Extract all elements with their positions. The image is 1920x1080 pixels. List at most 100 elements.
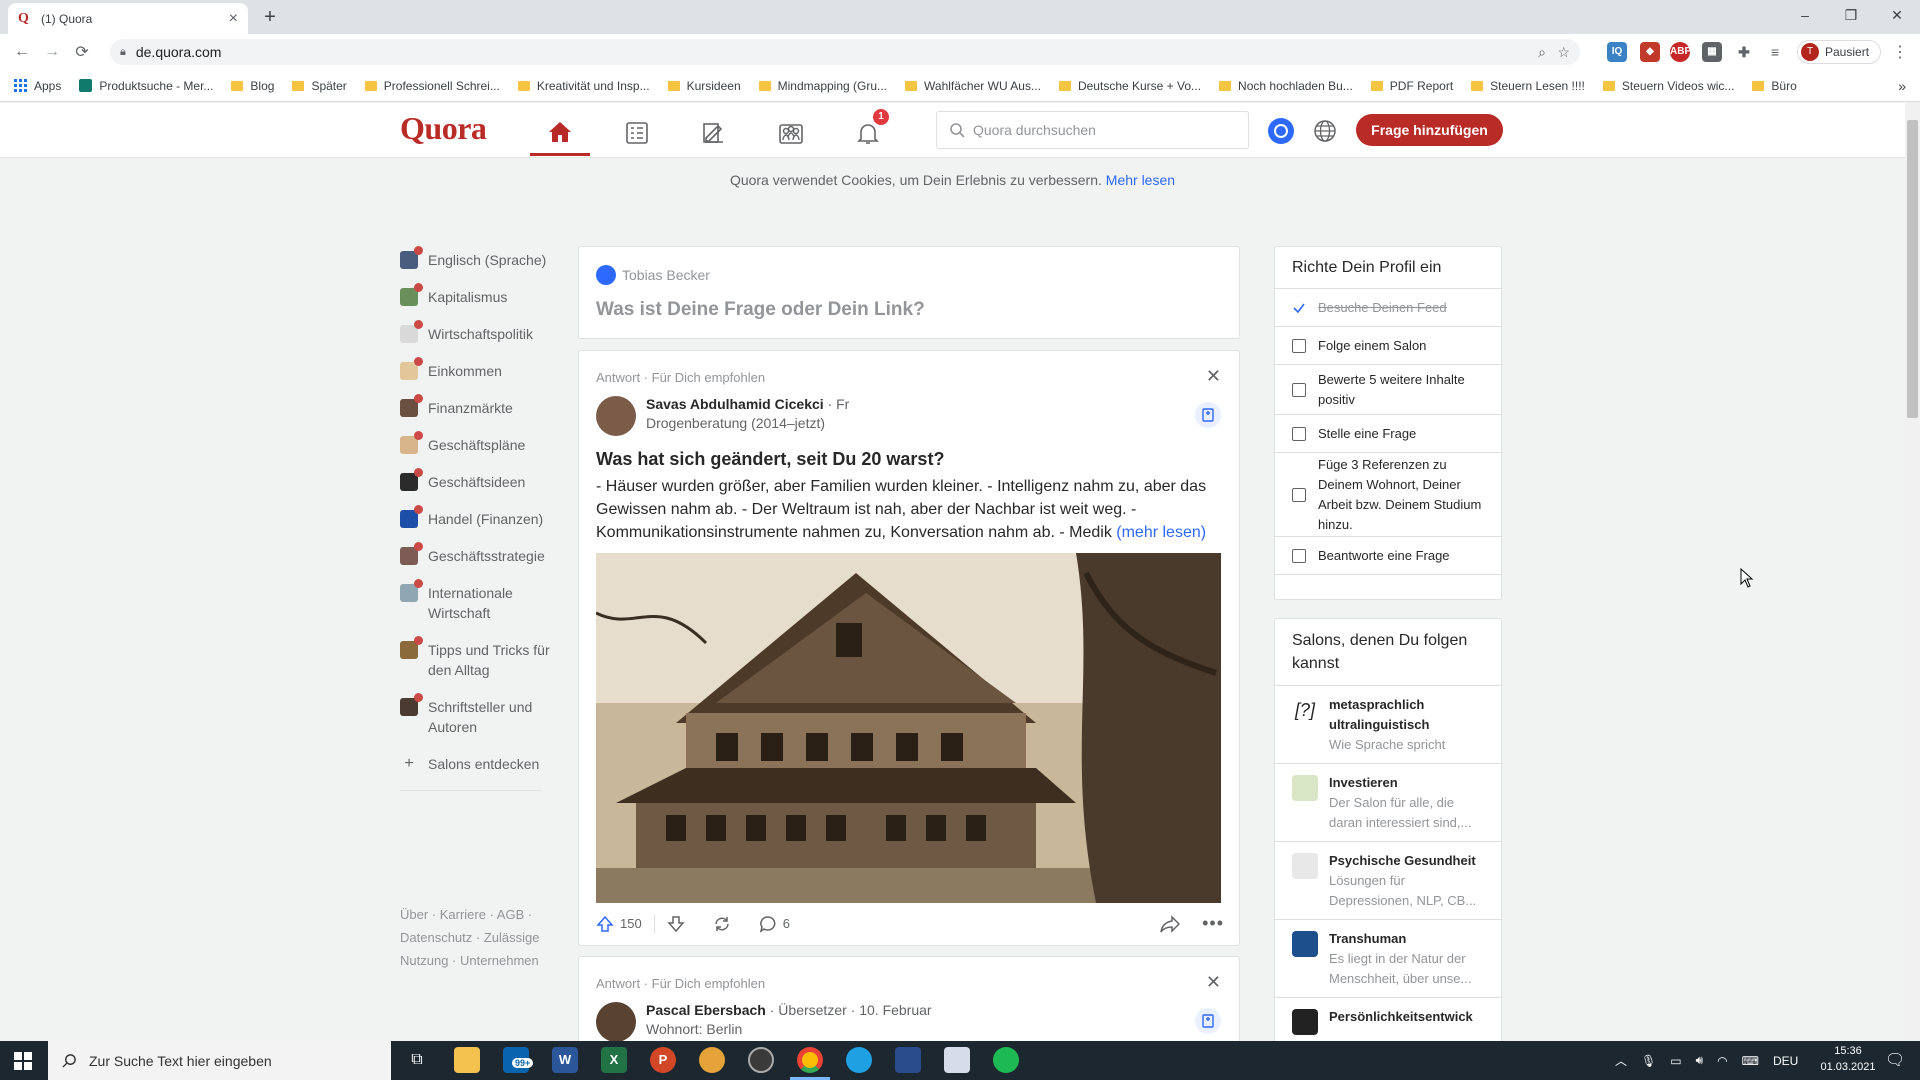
bookmark-item[interactable]: Später	[292, 79, 347, 93]
windows-start-icon[interactable]	[14, 1052, 32, 1070]
sidebar-topic[interactable]: Wirtschaftspolitik	[400, 320, 550, 344]
answer-icon[interactable]	[684, 110, 744, 156]
user-avatar[interactable]	[1268, 118, 1294, 144]
app-icon[interactable]	[699, 1047, 725, 1073]
file-explorer-icon[interactable]	[454, 1047, 480, 1073]
profile-task[interactable]: Stelle eine Frage	[1275, 415, 1501, 453]
task-view-icon[interactable]: ⧉	[404, 1047, 430, 1073]
address-bar[interactable]: 🔒︎ de.quora.com ⌕ ☆	[110, 39, 1580, 65]
add-question-button[interactable]: Frage hinzufügen	[1356, 114, 1503, 146]
chrome-icon[interactable]	[797, 1047, 823, 1073]
puzzle-icon[interactable]: ✚	[1734, 42, 1754, 62]
bookmark-item[interactable]: Noch hochladen Bu...	[1219, 79, 1353, 93]
bookmark-item[interactable]: Steuern Videos wic...	[1602, 79, 1734, 93]
sidebar-topic[interactable]: Einkommen	[400, 357, 550, 381]
salon-suggestion[interactable]: Persönlichkeitsentwick	[1275, 998, 1501, 1044]
bookmark-star-icon[interactable]: ☆	[1557, 44, 1570, 61]
checkbox[interactable]	[1292, 382, 1306, 397]
volume-icon[interactable]: 🔊︎	[1696, 1053, 1704, 1068]
bookmark-item[interactable]: Kreativität und Insp...	[517, 79, 650, 93]
restore-button[interactable]: ❐	[1828, 0, 1874, 32]
spotify-icon[interactable]	[993, 1047, 1019, 1073]
new-tab-button[interactable]: +	[258, 6, 282, 30]
profile-task[interactable]: Besuche Deinen Feed	[1275, 289, 1501, 327]
spaces-icon[interactable]	[761, 110, 821, 156]
bookmark-item[interactable]: Wahlfächer WU Aus...	[905, 79, 1041, 93]
bookmark-apps[interactable]: Apps	[14, 79, 61, 93]
home-icon[interactable]	[530, 110, 590, 156]
checkbox[interactable]	[1292, 487, 1306, 502]
sidebar-topic[interactable]: Schriftsteller und Autoren	[400, 693, 550, 737]
bookmark-item[interactable]: PDF Report	[1370, 79, 1453, 93]
bookmark-item[interactable]: Deutsche Kurse + Vo...	[1058, 79, 1201, 93]
checkbox[interactable]	[1292, 426, 1306, 441]
author-name[interactable]: Savas Abdulhamid Cicekci	[646, 396, 824, 412]
reload-icon[interactable]: ⟳	[67, 42, 97, 62]
close-window-button[interactable]: ✕	[1874, 0, 1920, 32]
language-globe-icon[interactable]	[1312, 118, 1338, 144]
discover-salons-link[interactable]: + Salons entdecken	[400, 754, 550, 774]
checkbox[interactable]	[1292, 338, 1306, 353]
following-icon[interactable]	[607, 110, 667, 156]
comment-button[interactable]: 6	[759, 915, 790, 933]
sidebar-topic[interactable]: Finanzmärkte	[400, 394, 550, 418]
sidebar-topic[interactable]: Geschäftspläne	[400, 431, 550, 455]
taskbar-search-input[interactable]: Zur Suche Text hier eingeben	[48, 1041, 391, 1080]
author-name[interactable]: Pascal Ebersbach	[646, 1002, 766, 1018]
close-tab-icon[interactable]: ×	[229, 10, 238, 28]
notifications-icon[interactable]	[838, 110, 898, 156]
taskbar-clock[interactable]: 15:36 01.03.2021	[1818, 1043, 1878, 1075]
keyboard-icon[interactable]: ⌨︎	[1742, 1054, 1759, 1068]
bookmark-item[interactable]: Professionell Schrei...	[364, 79, 500, 93]
sidebar-topic[interactable]: Tipps und Tricks für den Alltag	[400, 636, 550, 680]
profile-task[interactable]: Folge einem Salon	[1275, 327, 1501, 365]
app-icon[interactable]	[895, 1047, 921, 1073]
bookmark-item[interactable]: Blog	[231, 79, 274, 93]
share-reshare-icon[interactable]	[713, 915, 731, 933]
bookmark-icon[interactable]	[1195, 402, 1221, 428]
checkbox[interactable]	[1292, 548, 1306, 563]
close-post-icon[interactable]: ✕	[1206, 366, 1221, 387]
quora-search-input[interactable]: Quora durchsuchen	[936, 111, 1249, 149]
profile-task[interactable]: Bewerte 5 weitere Inhalte positiv	[1275, 365, 1501, 415]
app-icon[interactable]	[748, 1047, 774, 1073]
share-icon[interactable]	[1160, 914, 1181, 933]
salon-suggestion[interactable]: [?] metasprachlich ultralinguistisch Wie S…	[1275, 686, 1501, 764]
zoom-icon[interactable]: ⌕	[1538, 44, 1546, 61]
downvote-icon[interactable]	[667, 915, 685, 933]
forward-icon[interactable]: →	[37, 43, 67, 61]
bookmark-item[interactable]: Steuern Lesen !!!!	[1471, 79, 1585, 93]
author-avatar[interactable]	[596, 396, 636, 436]
powerpoint-icon[interactable]: P	[650, 1047, 676, 1073]
minimize-button[interactable]: –	[1782, 0, 1828, 32]
salon-suggestion[interactable]: Investieren Der Salon für alle, die daran…	[1275, 764, 1501, 842]
grid-extension-icon[interactable]: ▦	[1702, 42, 1722, 62]
salon-suggestion[interactable]: Transhuman Es liegt in der Natur der Mens…	[1275, 920, 1501, 998]
scrollbar-thumb[interactable]	[1907, 120, 1918, 418]
microphone-icon[interactable]: 🎙︎	[1641, 1054, 1656, 1068]
adblock-icon[interactable]: ABP	[1670, 42, 1691, 62]
close-post-icon[interactable]: ✕	[1206, 972, 1221, 993]
language-indicator[interactable]: DEU	[1773, 1054, 1798, 1068]
browser-tab[interactable]: Q (1) Quora ×	[8, 3, 248, 34]
ask-question-box[interactable]: Tobias Becker Was ist Deine Frage oder D…	[578, 246, 1240, 339]
quora-logo[interactable]: Quora	[400, 110, 487, 147]
edge-icon[interactable]	[846, 1047, 872, 1073]
tray-chevron-icon[interactable]: ︿	[1615, 1052, 1627, 1069]
sidebar-topic[interactable]: Handel (Finanzen)	[400, 505, 550, 529]
cookie-more-link[interactable]: Mehr lesen	[1106, 172, 1175, 188]
bookmark-item[interactable]: Büro	[1752, 79, 1797, 93]
word-icon[interactable]: W	[552, 1047, 578, 1073]
notifications-center-icon[interactable]: 🗨︎	[1885, 1050, 1905, 1070]
read-more-link[interactable]: (mehr lesen)	[1116, 524, 1206, 541]
profile-task[interactable]: Beantworte eine Frage	[1275, 537, 1501, 575]
sidebar-topic[interactable]: Geschäftsstrategie	[400, 542, 550, 566]
sidebar-topic[interactable]: Kapitalismus	[400, 283, 550, 307]
network-icon[interactable]: ▭	[1670, 1054, 1681, 1068]
bookmark-item[interactable]: Mindmapping (Gru...	[758, 79, 887, 93]
answer-excerpt[interactable]: - Häuser wurden größer, aber Familien wu…	[596, 475, 1224, 544]
upvote-button[interactable]: 150	[596, 914, 655, 933]
bookmark-item[interactable]: Produktsuche - Mer...	[79, 79, 213, 93]
back-icon[interactable]: ←	[7, 43, 37, 61]
sidebar-topic[interactable]: Englisch (Sprache)	[400, 246, 550, 270]
